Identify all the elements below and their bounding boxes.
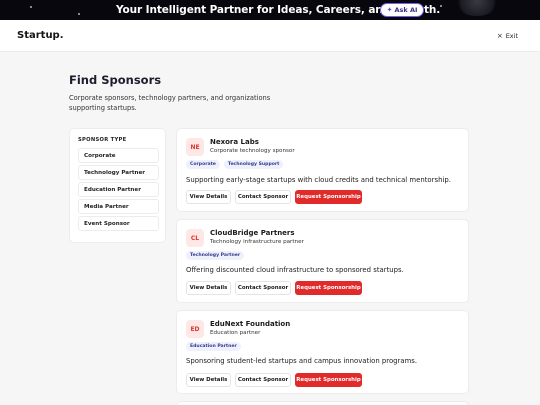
contact-sponsor-button[interactable]: Contact Sponsor [235, 373, 291, 387]
sponsor-card [176, 401, 469, 405]
sponsor-type-filter-panel: SPONSOR TYPE Corporate Technology Partne… [69, 128, 166, 243]
sponsor-actions: View Details Contact Sponsor Request Spo… [186, 281, 362, 295]
sponsor-tag: Technology Support [223, 160, 284, 169]
request-sponsorship-button[interactable]: Request Sponsorship [295, 190, 362, 204]
request-sponsorship-button[interactable]: Request Sponsorship [295, 373, 362, 387]
sponsor-type: Technology infrastructure partner [210, 239, 304, 245]
filter-technology-partner[interactable]: Technology Partner [78, 165, 159, 180]
filter-event-sponsor[interactable]: Event Sponsor [78, 216, 159, 231]
sponsor-name: CloudBridge Partners [210, 229, 295, 237]
filter-media-partner[interactable]: Media Partner [78, 199, 159, 214]
filter-education-partner[interactable]: Education Partner [78, 182, 159, 197]
logo[interactable]: Startup. [17, 30, 64, 41]
star-decoration [440, 5, 442, 7]
banner-decoration [454, 0, 500, 16]
exit-button[interactable]: × Exit [497, 32, 518, 40]
sponsor-actions: View Details Contact Sponsor Request Spo… [186, 190, 362, 204]
sponsor-description: Offering discounted cloud infrastructure… [186, 266, 404, 274]
sponsor-card: ED EduNext Foundation Education partner … [176, 310, 469, 394]
view-details-button[interactable]: View Details [186, 281, 231, 295]
close-icon: × [496, 32, 503, 40]
ask-ai-label: Ask AI [394, 6, 418, 14]
sponsor-avatar: NE [186, 138, 204, 156]
request-sponsorship-button[interactable]: Request Sponsorship [295, 281, 362, 295]
page-subtitle: Corporate sponsors, technology partners,… [69, 94, 271, 112]
contact-sponsor-button[interactable]: Contact Sponsor [235, 190, 291, 204]
sponsor-tags: Education Partner [186, 342, 241, 351]
sponsor-name: Nexora Labs [210, 138, 259, 146]
sponsor-tag: Technology Partner [186, 251, 245, 260]
sponsor-type: Corporate technology sponsor [210, 148, 295, 154]
sponsor-name: EduNext Foundation [210, 320, 291, 328]
ask-ai-button[interactable]: ✦ Ask AI [380, 3, 424, 17]
sponsor-tags: Technology Partner [186, 251, 245, 260]
view-details-button[interactable]: View Details [186, 190, 231, 204]
promo-banner: Your Intelligent Partner for Ideas, Care… [0, 0, 540, 20]
sponsor-avatar: CL [186, 229, 204, 247]
view-details-button[interactable]: View Details [186, 373, 231, 387]
sponsor-tag: Education Partner [186, 342, 241, 351]
page-title: Find Sponsors [69, 73, 162, 87]
sponsor-tag: Corporate [186, 160, 220, 169]
exit-label: Exit [505, 32, 518, 40]
sponsor-actions: View Details Contact Sponsor Request Spo… [186, 373, 362, 387]
star-decoration [30, 6, 32, 8]
sponsor-description: Supporting early-stage startups with clo… [186, 176, 451, 184]
sponsor-avatar: ED [186, 320, 204, 338]
filter-panel-title: SPONSOR TYPE [78, 137, 127, 143]
sponsor-card: CL CloudBridge Partners Technology infra… [176, 219, 469, 303]
filter-corporate[interactable]: Corporate [78, 148, 159, 163]
sparkle-icon: ✦ [386, 6, 393, 14]
contact-sponsor-button[interactable]: Contact Sponsor [235, 281, 291, 295]
sponsor-card: NE Nexora Labs Corporate technology spon… [176, 128, 469, 212]
app-header: Startup. × Exit [0, 20, 540, 52]
sponsor-tags: Corporate Technology Support [186, 160, 284, 169]
sponsor-type: Education partner [210, 330, 261, 336]
sponsor-description: Sponsoring student-led startups and camp… [186, 357, 418, 365]
star-decoration [78, 13, 80, 15]
